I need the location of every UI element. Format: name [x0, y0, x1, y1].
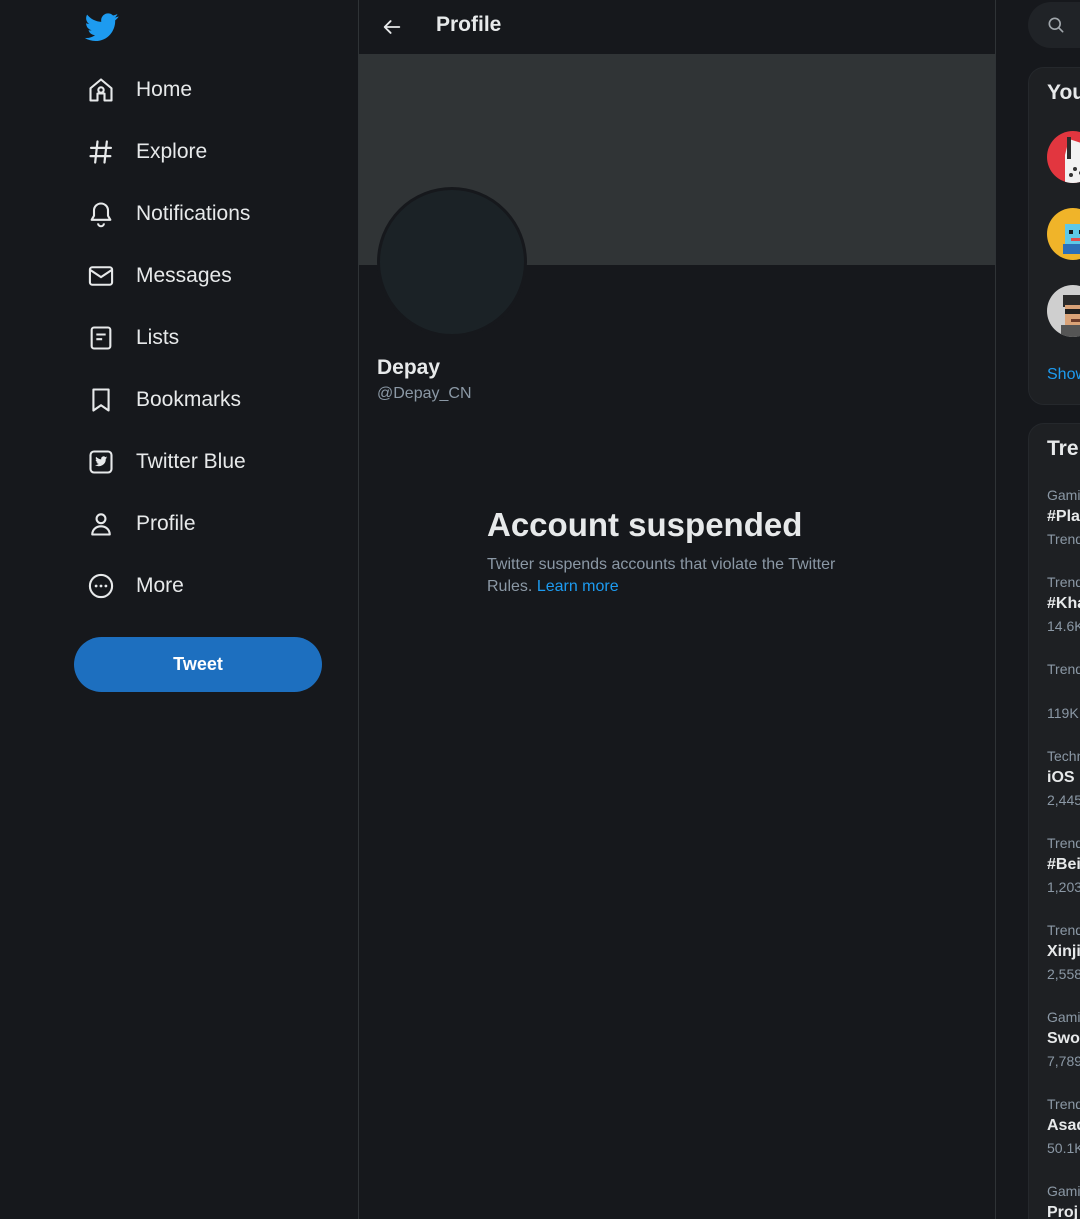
main-column: Profile Depay @Depay_CN Account suspende…: [358, 0, 996, 1219]
trend-context: Techn: [1047, 748, 1080, 764]
twitter-blue-icon: [84, 445, 118, 479]
suggested-user-avatar[interactable]: [1047, 131, 1080, 183]
left-sidebar: Home Explore Notifications Messages List…: [0, 0, 358, 1219]
trend-name: Xinji: [1047, 943, 1080, 960]
trend-item[interactable]: Trend Asad 50.1K: [1047, 1095, 1080, 1157]
trend-name: iOS: [1047, 769, 1075, 786]
trend-item[interactable]: Trend #Kha 14.6K: [1047, 573, 1080, 635]
trend-count: 2,558: [1047, 966, 1080, 982]
nav-bookmarks[interactable]: Bookmarks: [84, 380, 241, 420]
suggested-user-avatar[interactable]: [1047, 285, 1080, 337]
trend-name: Swo: [1047, 1030, 1080, 1047]
nav-notifications[interactable]: Notifications: [84, 194, 250, 234]
home-icon: [84, 73, 118, 107]
trend-context: Trend: [1047, 1096, 1080, 1112]
who-to-follow-panel: You Show: [1028, 67, 1080, 405]
trend-name: Proj: [1047, 1204, 1079, 1219]
trend-context: Trend: [1047, 835, 1080, 851]
tweet-button[interactable]: Tweet: [74, 637, 322, 692]
learn-more-link[interactable]: Learn more: [537, 578, 619, 595]
suspended-message: Twitter suspends accounts that violate t…: [487, 554, 877, 598]
trend-name: #Bei: [1047, 856, 1080, 873]
nav-explore[interactable]: Explore: [84, 132, 207, 172]
nav-lists[interactable]: Lists: [84, 318, 179, 358]
nav-twitter-blue[interactable]: Twitter Blue: [84, 442, 246, 482]
nav-profile-label: Profile: [136, 512, 196, 535]
trend-context: Trend: [1047, 661, 1080, 677]
who-to-follow-title: You: [1047, 81, 1080, 104]
nav-home-label: Home: [136, 78, 193, 101]
trend-count: 50.1K: [1047, 1140, 1080, 1156]
nav-notifications-label: Notifications: [136, 202, 251, 225]
trends-title: Tre: [1047, 437, 1079, 460]
trend-count: Trend: [1047, 531, 1080, 547]
trend-item[interactable]: Trend Xinji 2,558: [1047, 921, 1080, 983]
trend-count: 7,789: [1047, 1053, 1080, 1069]
nav-more[interactable]: More: [84, 566, 184, 606]
trend-item[interactable]: Techn iOS 2,445: [1047, 747, 1080, 809]
list-icon: [84, 321, 118, 355]
profile-header: Profile: [359, 0, 995, 54]
profile-display-name: Depay: [377, 356, 441, 379]
more-circle-icon: [84, 569, 118, 603]
trend-name: #Pla: [1047, 508, 1080, 525]
arrow-left-icon: [383, 20, 401, 34]
trend-name: #Kha: [1047, 595, 1080, 612]
trends-panel: Tre Gami #Pla Trend Trend #Kha 14.6K Tre…: [1028, 423, 1080, 1219]
trend-item[interactable]: Gami Proj: [1047, 1182, 1080, 1219]
trend-count: 2,445: [1047, 792, 1080, 808]
trend-item[interactable]: Gami #Pla Trend: [1047, 486, 1080, 548]
trend-count: 1,203: [1047, 879, 1080, 895]
trend-item[interactable]: Trend #Bei 1,203: [1047, 834, 1080, 896]
nav-messages[interactable]: Messages: [84, 256, 232, 296]
trend-context: Gami: [1047, 487, 1080, 503]
nav-more-label: More: [136, 574, 184, 597]
trend-name: [1047, 680, 1080, 702]
right-sidebar: You Show Tre Gami #Pla Trend Trend #Kha …: [996, 0, 1080, 1219]
bookmark-icon: [84, 383, 118, 417]
trend-count: 119K: [1047, 705, 1079, 721]
person-icon: [84, 507, 118, 541]
trend-name: Asad: [1047, 1117, 1080, 1134]
suggested-user-avatar[interactable]: [1047, 208, 1080, 260]
show-more-link[interactable]: Show: [1047, 366, 1080, 384]
nav-messages-label: Messages: [136, 264, 232, 287]
trend-context: Trend: [1047, 574, 1080, 590]
nav-explore-label: Explore: [136, 140, 208, 163]
nav-home[interactable]: Home: [84, 70, 192, 110]
profile-avatar: [377, 187, 527, 337]
nav-profile[interactable]: Profile: [84, 504, 196, 544]
trend-item[interactable]: Gami Swo 7,789: [1047, 1008, 1080, 1070]
profile-handle: @Depay_CN: [377, 385, 472, 402]
envelope-icon: [84, 259, 118, 293]
twitter-bird-icon[interactable]: [84, 10, 120, 44]
trend-item[interactable]: Trend 119K: [1047, 660, 1080, 722]
trend-context: Gami: [1047, 1183, 1080, 1199]
suspended-title: Account suspended: [487, 506, 803, 543]
trend-context: Gami: [1047, 1009, 1080, 1025]
search-icon: [1048, 17, 1064, 33]
trend-context: Trend: [1047, 922, 1080, 938]
page-title: Profile: [436, 13, 502, 36]
bell-icon: [84, 197, 118, 231]
nav-twitter-blue-label: Twitter Blue: [136, 450, 246, 473]
back-button[interactable]: [373, 8, 411, 46]
hashtag-icon: [84, 135, 118, 169]
nav-lists-label: Lists: [136, 326, 180, 349]
trend-count: 14.6K: [1047, 618, 1080, 634]
nav-bookmarks-label: Bookmarks: [136, 388, 242, 411]
